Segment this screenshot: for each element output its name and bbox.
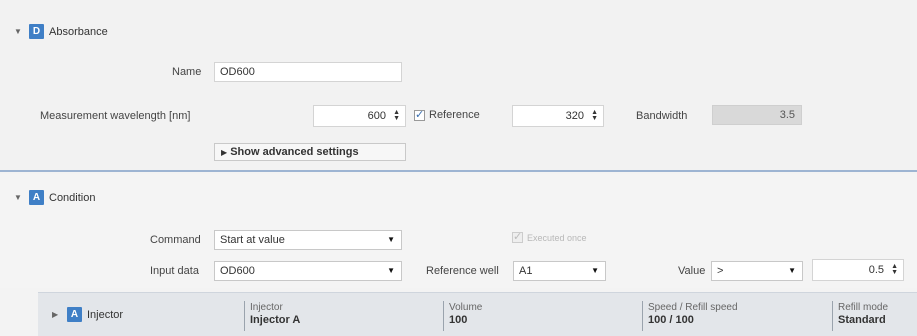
bandwidth-value: 3.5 [712,105,802,125]
reference-well-select[interactable]: A1 ▼ [513,261,606,281]
reference-checkbox[interactable] [414,108,425,121]
reference-well-label: Reference well [426,265,499,277]
show-advanced-button[interactable]: ▶ Show advanced settings [214,143,406,161]
input-data-value: OD600 [220,265,255,277]
up-down-arrows-icon[interactable]: ▲ ▼ [393,109,400,122]
absorbance-header[interactable]: ▼ D Absorbance [14,24,108,39]
column-divider [244,301,245,331]
refill-mode-column: Refill mode Standard [838,302,888,326]
bandwidth-label: Bandwidth [636,110,688,122]
collapse-triangle-icon[interactable]: ▼ [14,193,24,202]
expand-triangle-icon[interactable]: ▶ [52,310,62,319]
volume-column-value: 100 [449,314,468,326]
caret-down-icon: ▼ [788,266,796,275]
absorbance-section: ▼ D Absorbance Name OD600 Measurement wa… [0,0,917,172]
value-operator: > [717,265,724,277]
command-select[interactable]: Start at value ▼ [214,230,402,250]
value-operator-select[interactable]: > ▼ [711,261,803,281]
wavelength-stepper[interactable]: 600 ▲ ▼ [313,105,406,127]
condition-header[interactable]: ▼ A Condition [14,190,95,205]
value-stepper[interactable]: 0.5 ▲ ▼ [812,259,904,281]
injector-column-value: Injector A [250,314,301,326]
command-value: Start at value [220,234,285,246]
absorbance-title: Absorbance [49,25,108,38]
command-label: Command [150,234,201,246]
input-data-select[interactable]: OD600 ▼ [214,261,402,281]
condition-section: ▼ A Condition Command Start at value ▼ E… [0,174,917,288]
refill-mode-column-value: Standard [838,314,886,326]
reference-stepper[interactable]: 320 ▲ ▼ [512,105,604,127]
executed-once-group: Executed once [512,230,587,243]
name-label: Name [172,66,202,78]
reference-well-value: A1 [519,265,533,277]
injector-badge: A [67,307,82,322]
injector-column-label: Injector [250,302,283,313]
reference-checkbox-group[interactable]: Reference [414,108,480,121]
speed-column-label: Speed / Refill speed [648,302,738,313]
condition-title: Condition [49,191,96,204]
name-input[interactable]: OD600 [214,62,402,82]
value-label: Value [678,265,706,277]
input-data-label: Input data [150,265,199,277]
wavelength-value: 600 [367,110,386,122]
injector-title: Injector [87,308,124,321]
caret-down-icon: ▼ [387,235,395,244]
show-advanced-label: Show advanced settings [230,146,359,158]
reference-value: 320 [565,110,584,122]
volume-column-label: Volume [449,302,483,313]
volume-column: Volume 100 [449,302,482,326]
absorbance-badge: D [29,24,44,39]
executed-once-checkbox [512,230,523,243]
caret-down-icon: ▼ [591,266,599,275]
column-divider [832,301,833,331]
wavelength-label: Measurement wavelength [nm] [40,110,191,122]
column-divider [443,301,444,331]
refill-mode-column-label: Refill mode [838,302,889,313]
collapse-triangle-icon[interactable]: ▼ [14,27,24,36]
executed-once-label: Executed once [527,232,587,243]
caret-down-icon: ▼ [387,266,395,275]
triangle-right-icon: ▶ [221,148,228,157]
column-divider [642,301,643,331]
speed-column: Speed / Refill speed 100 / 100 [648,302,738,326]
speed-column-value: 100 / 100 [648,314,694,326]
up-down-arrows-icon[interactable]: ▲ ▼ [591,109,598,122]
up-down-arrows-icon[interactable]: ▲ ▼ [891,263,898,276]
condition-badge: A [29,190,44,205]
injector-header[interactable]: ▶ A Injector [52,307,123,322]
injector-column: Injector Injector A [250,302,300,326]
injector-row[interactable]: ▶ A Injector Injector Injector A Volume … [38,292,917,336]
value-number: 0.5 [868,264,884,276]
reference-label: Reference [429,109,480,121]
